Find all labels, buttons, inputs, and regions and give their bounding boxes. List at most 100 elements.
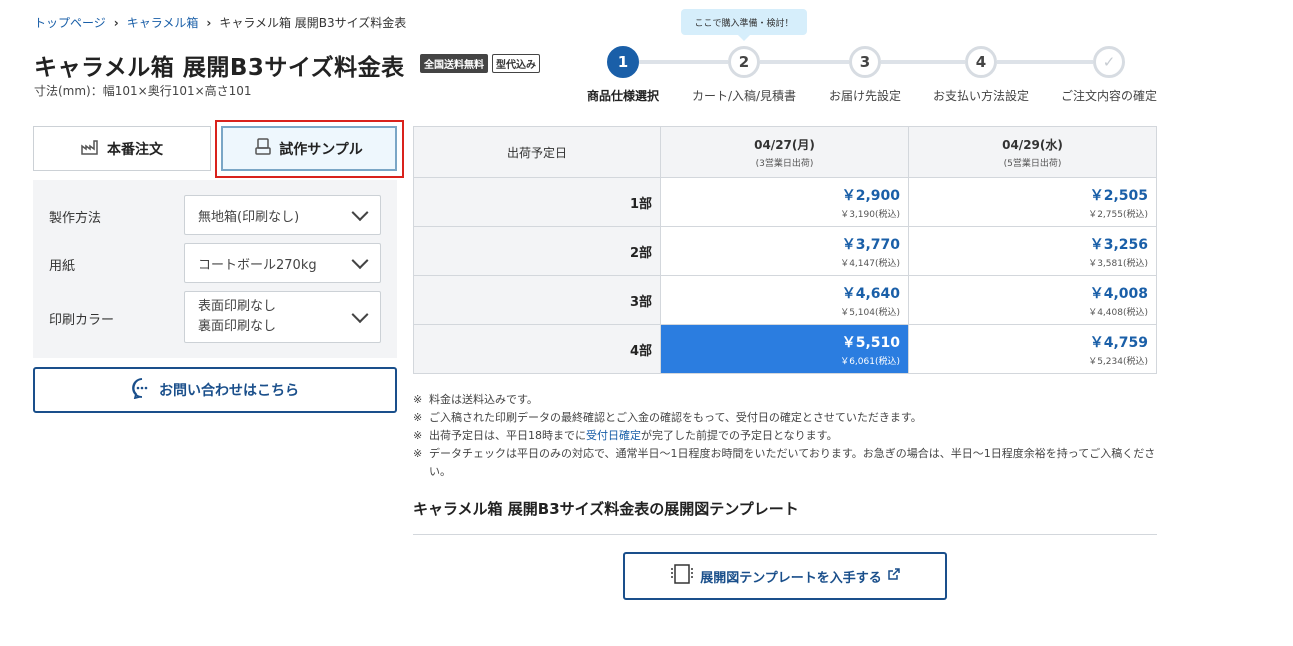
chevron-down-icon bbox=[351, 204, 369, 222]
price-tax-included: ￥2,755(税込) bbox=[1088, 209, 1148, 220]
page-title: キャラメル箱 展開B3サイズ料金表 bbox=[34, 55, 405, 81]
ship-date-column: 04/29(水) (5営業日出荷) bbox=[908, 126, 1157, 178]
note-text: が完了した前提での予定日となります。 bbox=[641, 429, 838, 442]
get-template-button[interactable]: 展開図テンプレートを入手する bbox=[623, 552, 947, 600]
quantity-cell: 3部 bbox=[413, 275, 661, 325]
price-row: 3部 ￥4,640 ￥5,104(税込) ￥4,008 ￥4,408(税込) bbox=[413, 275, 1157, 325]
price-tax-included: ￥4,408(税込) bbox=[1088, 307, 1148, 318]
method-select[interactable]: 無地箱(印刷なし) bbox=[184, 195, 381, 235]
notes: ※ 料金は送料込みです。 ※ ご入稿された印刷データの最終確認とご入金の確認をもって… bbox=[413, 391, 1157, 481]
note-mark: ※ bbox=[413, 393, 423, 406]
price-cell[interactable]: ￥3,770 ￥4,147(税込) bbox=[660, 226, 909, 276]
price-cell[interactable]: ￥4,008 ￥4,408(税込) bbox=[908, 275, 1157, 325]
step-4-label: お支払い方法設定 bbox=[932, 89, 1030, 103]
ship-date-column: 04/27(月) (3営業日出荷) bbox=[660, 126, 909, 178]
method-label: 製作方法 bbox=[49, 211, 102, 226]
contact-button[interactable]: お問い合わせはこちら bbox=[33, 367, 397, 413]
note-text-wrapper: 出荷予定日は、平日18時までに受付日確定が完了した前提での予定日となります。 bbox=[429, 427, 838, 445]
template-heading: キャラメル箱 展開B3サイズ料金表の展開図テンプレート bbox=[413, 500, 799, 518]
price-row: 1部 ￥2,900 ￥3,190(税込) ￥2,505 ￥2,755(税込) bbox=[413, 177, 1157, 227]
price-value: ￥3,256 bbox=[1089, 236, 1148, 253]
price-value: ￥4,008 bbox=[1089, 285, 1148, 302]
external-link-icon bbox=[888, 568, 900, 584]
price-value: ￥2,505 bbox=[1089, 187, 1148, 204]
spec-row-color: 印刷カラー 表面印刷なし 裏面印刷なし bbox=[33, 291, 397, 343]
price-cell[interactable]: ￥2,900 ￥3,190(税込) bbox=[660, 177, 909, 227]
breadcrumb-current: キャラメル箱 展開B3サイズ料金表 bbox=[219, 16, 407, 30]
note-item: ※ データチェックは平日のみの対応で、通常半日〜1日程度お時間をいただいております… bbox=[413, 445, 1157, 481]
breadcrumb: トップページ › キャラメル箱 › キャラメル箱 展開B3サイズ料金表 bbox=[34, 14, 406, 31]
step-1-label: 商品仕様選択 bbox=[586, 89, 660, 103]
step-1-circle: 1 bbox=[607, 46, 639, 78]
print-color-front: 表面印刷なし bbox=[198, 299, 277, 314]
price-value: ￥3,770 bbox=[841, 236, 900, 253]
price-row: 2部 ￥3,770 ￥4,147(税込) ￥3,256 ￥3,581(税込) bbox=[413, 226, 1157, 276]
chevron-down-icon bbox=[351, 306, 369, 324]
quantity-cell: 4部 bbox=[413, 324, 661, 374]
price-value: ￥2,900 bbox=[841, 187, 900, 204]
price-row: 4部 ￥5,510 ￥6,061(税込) ￥4,759 ￥5,234(税込) bbox=[413, 324, 1157, 374]
step-tooltip: ここで購入準備・検討！ bbox=[681, 9, 807, 41]
price-table-header: 出荷予定日 04/27(月) (3営業日出荷) 04/29(水) (5営業日出荷… bbox=[413, 126, 1157, 178]
contact-button-label: お問い合わせはこちら bbox=[159, 383, 299, 399]
chevron-right-icon: › bbox=[206, 15, 212, 30]
production-order-tab[interactable]: 本番注文 bbox=[33, 126, 211, 171]
step-5-label: ご注文内容の確定 bbox=[1060, 89, 1158, 103]
product-dimensions: 寸法(mm)：幅101×奥行101×高さ101 bbox=[34, 84, 252, 98]
get-template-label: 展開図テンプレートを入手する bbox=[700, 570, 882, 586]
note-text: 料金は送料込みです。 bbox=[429, 393, 538, 406]
ship-date: 04/27(月) bbox=[754, 137, 815, 152]
template-file-icon bbox=[670, 563, 694, 589]
paper-value: コートボール270kg bbox=[198, 257, 317, 273]
selection-highlight bbox=[215, 120, 404, 178]
price-tax-included: ￥5,104(税込) bbox=[840, 307, 900, 318]
chevron-down-icon bbox=[351, 252, 369, 270]
paper-label: 用紙 bbox=[49, 259, 76, 274]
step-3-circle: 3 bbox=[849, 46, 881, 78]
die-cost-included-badge: 型代込み bbox=[492, 54, 540, 73]
price-tax-included: ￥6,061(税込) bbox=[840, 356, 900, 367]
print-color-back: 裏面印刷なし bbox=[198, 319, 277, 334]
reception-confirm-link[interactable]: 受付日確定 bbox=[586, 429, 641, 442]
breadcrumb-link-caramel-box[interactable]: キャラメル箱 bbox=[127, 14, 199, 31]
price-tax-included: ￥3,190(税込) bbox=[840, 209, 900, 220]
print-color-label: 印刷カラー bbox=[49, 313, 115, 328]
checkmark-icon: ✓ bbox=[1093, 46, 1125, 78]
chat-bubble-icon bbox=[131, 377, 153, 403]
step-connector bbox=[997, 60, 1093, 64]
price-value: ￥4,640 bbox=[841, 285, 900, 302]
production-order-label: 本番注文 bbox=[107, 141, 163, 158]
step-2-circle: 2 bbox=[728, 46, 760, 78]
price-table: 出荷予定日 04/27(月) (3営業日出荷) 04/29(水) (5営業日出荷… bbox=[413, 126, 1157, 374]
step-connector bbox=[639, 60, 728, 64]
note-mark: ※ bbox=[413, 411, 423, 424]
quantity-cell: 1部 bbox=[413, 177, 661, 227]
note-mark: ※ bbox=[413, 447, 423, 460]
method-value: 無地箱(印刷なし) bbox=[198, 209, 300, 225]
note-text: ご入稿された印刷データの最終確認とご入金の確認をもって、受付日の確定とさせていた… bbox=[429, 411, 922, 424]
price-tax-included: ￥5,234(税込) bbox=[1088, 356, 1148, 367]
note-item: ※ ご入稿された印刷データの最終確認とご入金の確認をもって、受付日の確定とさせてい… bbox=[413, 409, 1157, 427]
factory-icon bbox=[81, 139, 99, 159]
chevron-right-icon: › bbox=[113, 15, 119, 30]
ship-date-note: (3営業日出荷) bbox=[755, 158, 814, 169]
ship-date: 04/29(水) bbox=[1002, 137, 1063, 152]
price-cell[interactable]: ￥4,640 ￥5,104(税込) bbox=[660, 275, 909, 325]
note-item: ※ 料金は送料込みです。 bbox=[413, 391, 1157, 409]
step-connector bbox=[881, 60, 965, 64]
price-cell[interactable]: ￥3,256 ￥3,581(税込) bbox=[908, 226, 1157, 276]
step-3-label: お届け先設定 bbox=[828, 89, 902, 103]
badge-group: 全国送料無料 型代込み bbox=[420, 54, 540, 73]
free-shipping-badge: 全国送料無料 bbox=[420, 54, 488, 73]
breadcrumb-link-top[interactable]: トップページ bbox=[34, 14, 106, 31]
step-connector bbox=[760, 60, 849, 64]
price-tax-included: ￥3,581(税込) bbox=[1088, 258, 1148, 269]
divider bbox=[413, 534, 1157, 535]
price-cell[interactable]: ￥2,505 ￥2,755(税込) bbox=[908, 177, 1157, 227]
paper-select[interactable]: コートボール270kg bbox=[184, 243, 381, 283]
price-cell[interactable]: ￥4,759 ￥5,234(税込) bbox=[908, 324, 1157, 374]
price-value: ￥4,759 bbox=[1089, 334, 1148, 351]
price-cell-selected[interactable]: ￥5,510 ￥6,061(税込) bbox=[660, 324, 909, 374]
price-tax-included: ￥4,147(税込) bbox=[840, 258, 900, 269]
print-color-select[interactable]: 表面印刷なし 裏面印刷なし bbox=[184, 291, 381, 343]
